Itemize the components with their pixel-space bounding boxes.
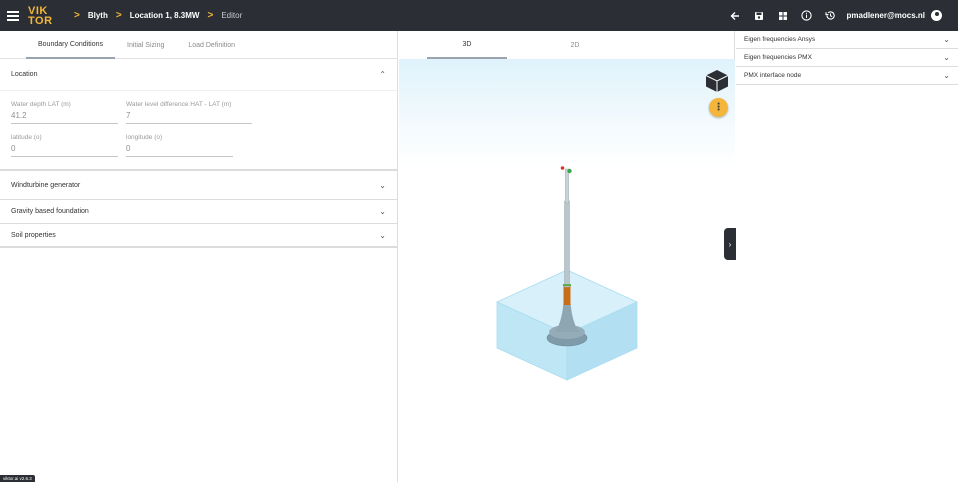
result-eigen-frequencies-ansys[interactable]: Eigen frequencies Ansys ⌄ — [736, 31, 958, 49]
section-gravity-based-foundation[interactable]: Gravity based foundation ⌄ — [0, 200, 397, 224]
chevron-right-icon: › — [728, 239, 732, 249]
chevron-down-icon[interactable]: ⌄ — [943, 35, 950, 44]
history-icon[interactable] — [819, 0, 843, 31]
panel-collapse-handle[interactable]: › — [724, 228, 736, 260]
section-location-body: Water depth LAT (m) 41.2 Water level dif… — [0, 90, 397, 169]
section-soil-properties[interactable]: Soil properties ⌄ — [0, 224, 397, 248]
tab-3d[interactable]: 3D — [427, 31, 507, 59]
tab-2d[interactable]: 2D — [535, 31, 615, 59]
latitude-field: latitude (o) 0 — [11, 134, 118, 157]
section-title: Location — [11, 71, 38, 78]
chevron-right-icon: > — [74, 10, 80, 21]
result-pmx-interface-node[interactable]: PMX interface node ⌄ — [736, 67, 958, 85]
tower-top — [565, 168, 569, 204]
dashboard-icon[interactable] — [771, 0, 795, 31]
3d-viewport[interactable]: ⋮ — [399, 59, 735, 482]
nacelle-green — [567, 168, 572, 174]
results-panel: Eigen frequencies Ansys ⌄ Eigen frequenc… — [736, 31, 958, 482]
longitude-input[interactable]: 0 — [126, 144, 233, 157]
chevron-right-icon: > — [207, 10, 214, 21]
tab-initial-sizing[interactable]: Initial Sizing — [115, 31, 176, 59]
editor-tabs: Boundary Conditions Initial Sizing Load … — [0, 31, 397, 59]
viktor-logo[interactable]: VIK TOR — [28, 3, 58, 29]
breadcrumb-location[interactable]: Location 1, 8.3MW — [130, 11, 200, 20]
chevron-right-icon: > — [115, 10, 122, 21]
water-depth-field: Water depth LAT (m) 41.2 — [11, 101, 118, 124]
tower-shaft — [564, 200, 570, 288]
wind-turbine-model — [496, 166, 638, 381]
longitude-field: longitude (o) 0 — [126, 134, 233, 157]
nacelle-red — [560, 166, 565, 170]
field-label: longitude (o) — [126, 134, 163, 141]
water-level-diff-field: Water level difference HAT - LAT (m) 7 — [126, 101, 252, 124]
chevron-up-icon[interactable]: ⌃ — [379, 70, 386, 79]
field-label: latitude (o) — [11, 134, 42, 141]
transition-piece — [563, 285, 571, 305]
top-bar: VIK TOR > Blyth > Location 1, 8.3MW > Ed… — [0, 0, 958, 31]
account-icon[interactable] — [931, 10, 942, 21]
latitude-input[interactable]: 0 — [11, 144, 118, 157]
water-level-diff-input[interactable]: 7 — [126, 111, 252, 124]
breadcrumb-editor: Editor — [221, 11, 243, 20]
chevron-down-icon[interactable]: ⌄ — [379, 181, 386, 190]
chevron-down-icon[interactable]: ⌄ — [943, 53, 950, 62]
user-email[interactable]: pmadlener@mocs.nl — [847, 11, 926, 20]
version-badge: viktor.ai v2.6.3 — [0, 475, 35, 482]
field-label: Water level difference HAT - LAT (m) — [126, 101, 232, 108]
field-label: Water depth LAT (m) — [11, 101, 71, 108]
chevron-down-icon[interactable]: ⌄ — [943, 71, 950, 80]
view-tabs: 3D 2D — [399, 31, 734, 59]
water-depth-input[interactable]: 41.2 — [11, 111, 118, 124]
breadcrumb: > Blyth > Location 1, 8.3MW > Editor — [66, 10, 242, 21]
save-icon[interactable] — [747, 0, 771, 31]
view-panel: 3D 2D ⋮ — [399, 31, 735, 482]
tower-green-marker — [563, 284, 571, 286]
result-eigen-frequencies-pmx[interactable]: Eigen frequencies PMX ⌄ — [736, 49, 958, 67]
chevron-down-icon[interactable]: ⌄ — [379, 231, 386, 240]
chevron-down-icon[interactable]: ⌄ — [379, 207, 386, 216]
section-location-header[interactable]: Location ⌃ — [0, 59, 397, 90]
header-actions: pmadlener@mocs.nl — [723, 0, 958, 31]
tab-boundary-conditions[interactable]: Boundary Conditions — [26, 31, 115, 59]
menu-icon[interactable] — [0, 0, 26, 31]
editor-panel: Boundary Conditions Initial Sizing Load … — [0, 31, 398, 482]
back-arrow-icon[interactable] — [723, 0, 747, 31]
breadcrumb-project[interactable]: Blyth — [88, 11, 108, 20]
section-windturbine-generator[interactable]: Windturbine generator ⌄ — [0, 171, 397, 200]
info-icon[interactable] — [795, 0, 819, 31]
tab-load-definition[interactable]: Load Definition — [176, 31, 247, 59]
